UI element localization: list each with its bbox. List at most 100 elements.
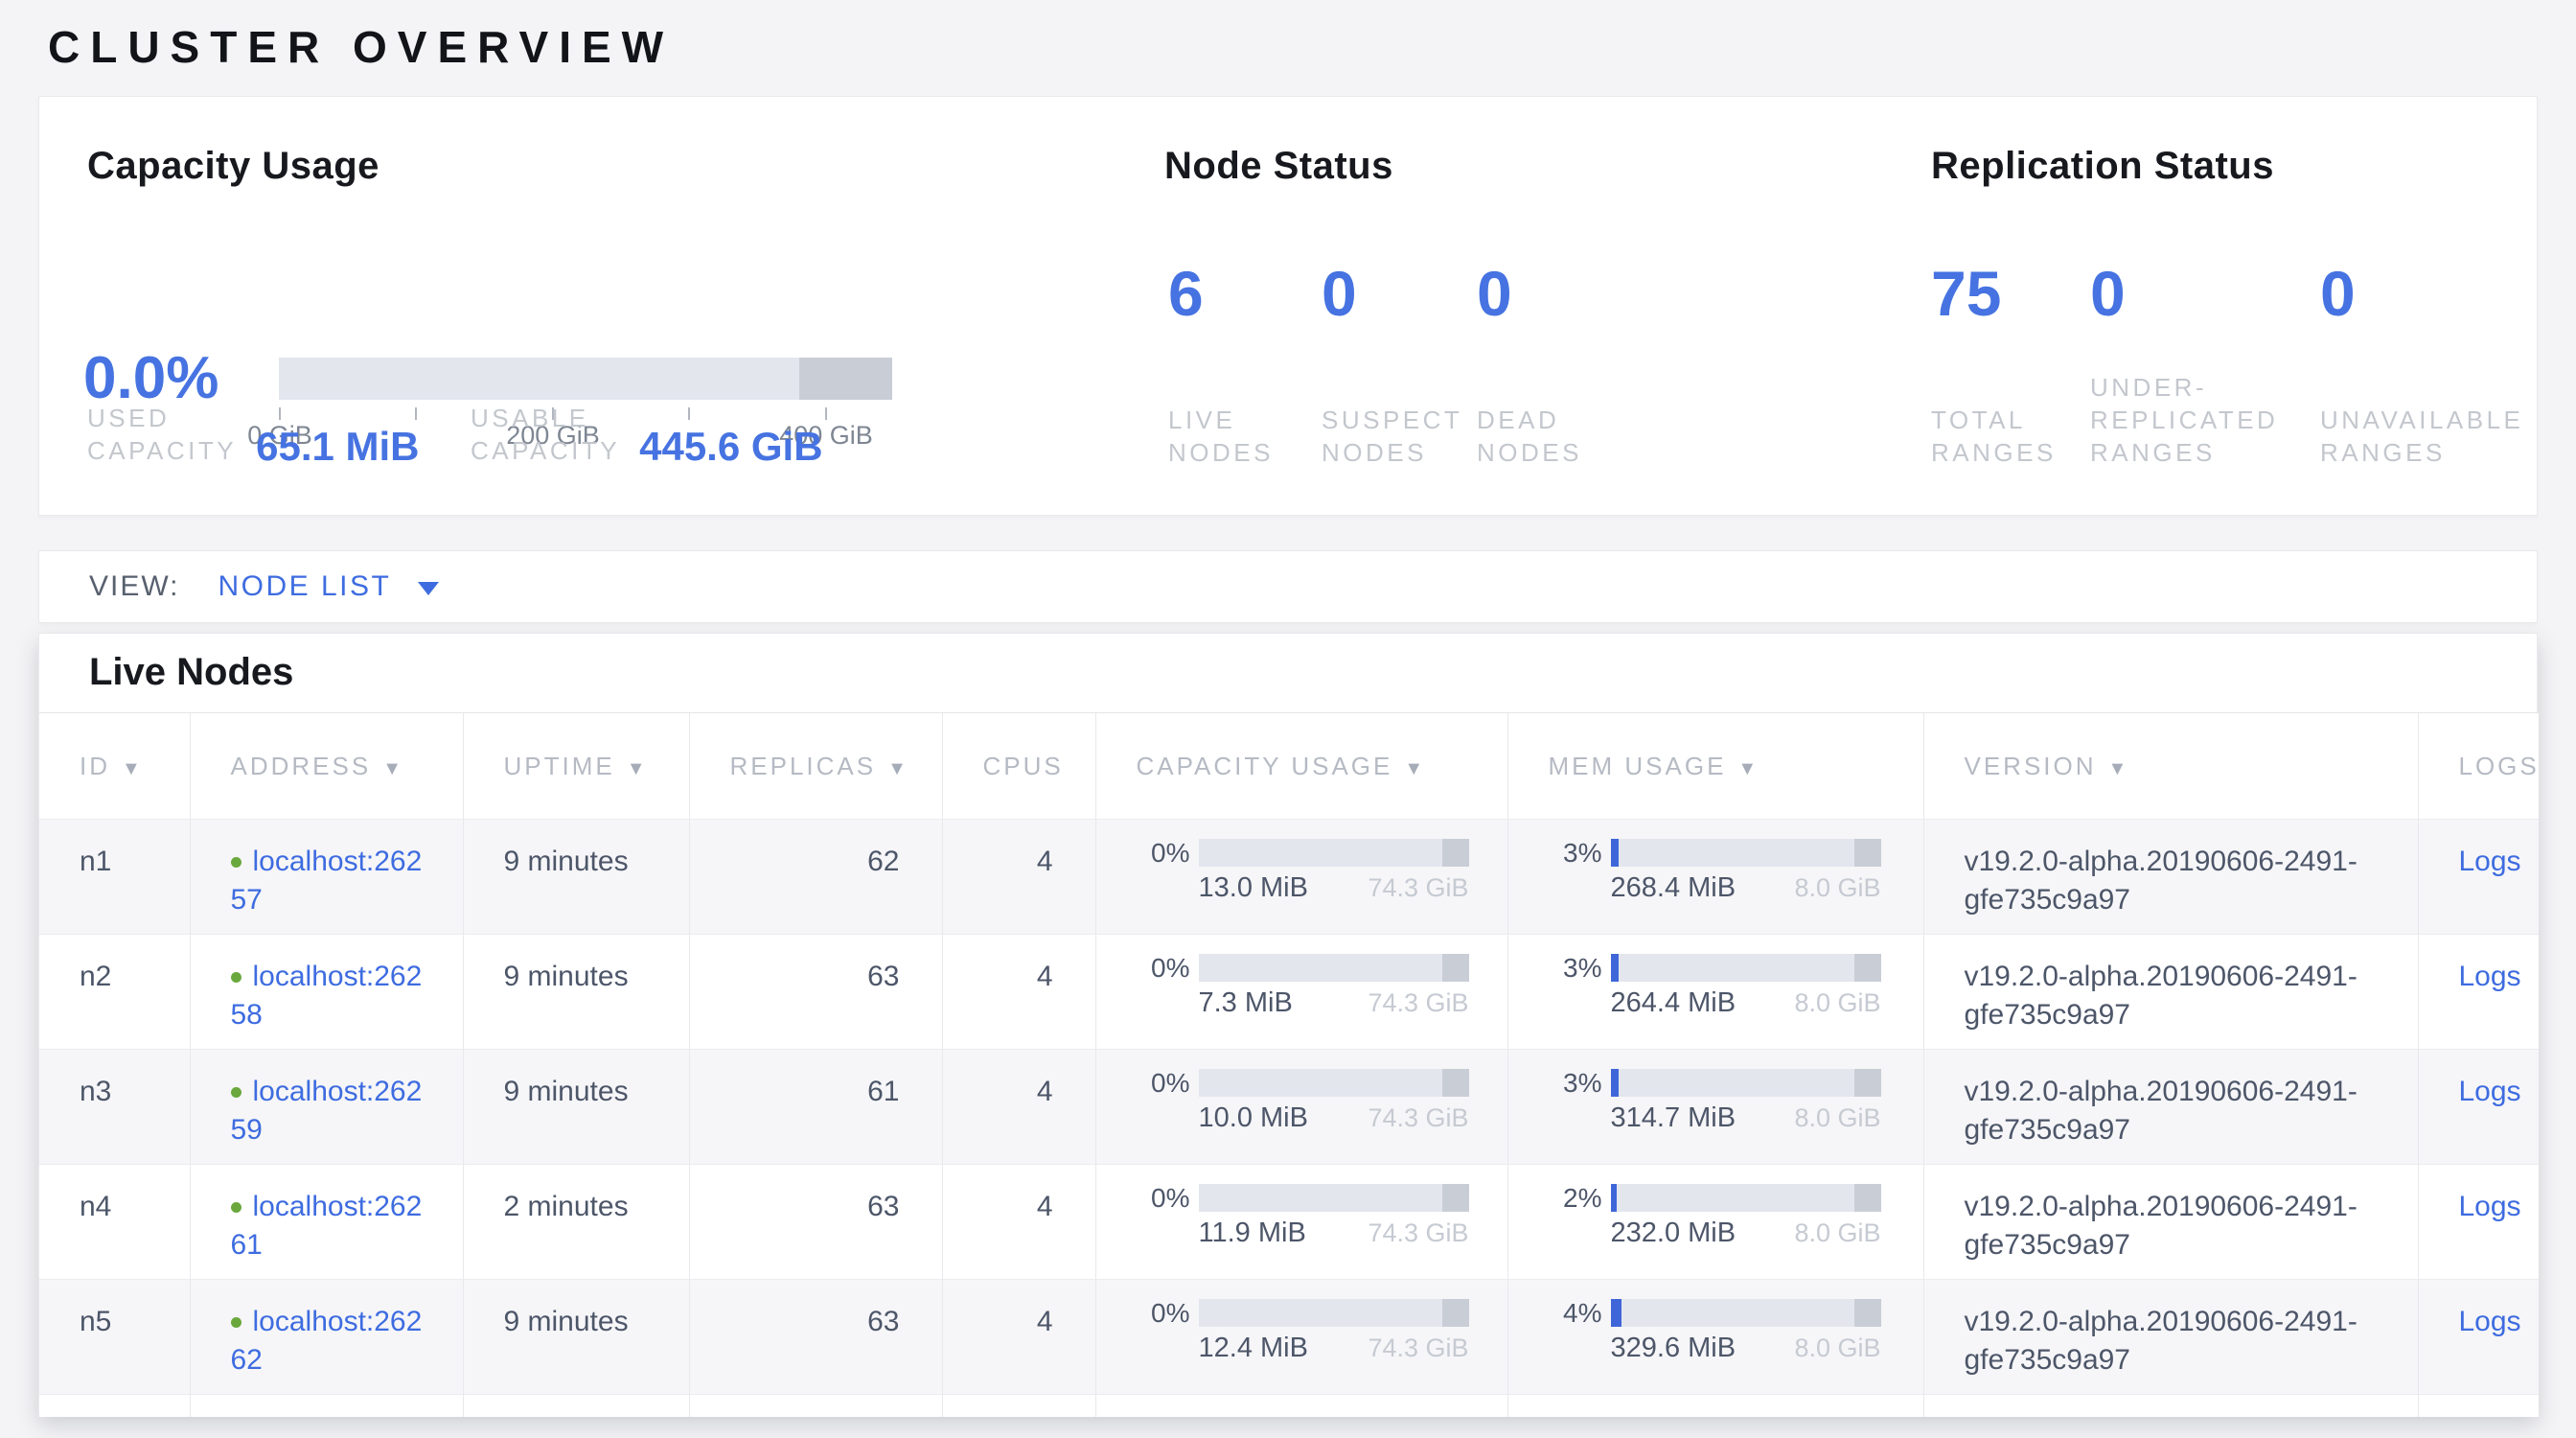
mem-bar-end-segment — [1854, 954, 1881, 982]
node-replicas-cell: 63 — [689, 1280, 942, 1395]
node-id-cell: n5 — [39, 1280, 190, 1395]
summary-panel: Capacity Usage 0.0% 0 GiB 200 GiB 400 Gi… — [38, 96, 2538, 516]
table-row: n4 localhost:26261 2 minutes 63 4 0% 11.… — [39, 1165, 2539, 1280]
chevron-down-icon — [418, 582, 439, 595]
node-id-cell: n4 — [39, 1165, 190, 1280]
column-header-mem-usage[interactable]: MEM USAGE▼ — [1507, 713, 1923, 820]
capacity-used-value: 13.0 MiB — [1199, 873, 1308, 902]
logs-link[interactable]: Logs — [2459, 1191, 2521, 1222]
node-address-cell: localhost:26262 — [190, 1280, 463, 1395]
capacity-used-value: 12.4 MiB — [1199, 1334, 1308, 1362]
node-live-status-icon — [231, 1317, 242, 1328]
capacity-percent: 0% — [1137, 1069, 1190, 1097]
live-nodes-table: ID▼ ADDRESS▼ UPTIME▼ REPLICAS▼ CPUS CAPA… — [39, 712, 2539, 1417]
column-header-id[interactable]: ID▼ — [39, 713, 190, 820]
table-row: n5 localhost:26262 9 minutes 63 4 0% 12.… — [39, 1280, 2539, 1395]
capacity-percent: 0% — [1137, 1299, 1190, 1327]
node-address-link[interactable]: localhost:26258 — [231, 961, 423, 1031]
node-version-cell: v19.2.0-alpha.20190606-2491- gfe735c9a97 — [1923, 1050, 2418, 1165]
node-address-cell: localhost:26257 — [190, 820, 463, 935]
usable-capacity-stat: USABLE CAPACITY 445.6 GiB — [471, 402, 823, 467]
sort-descending-icon: ▼ — [2108, 758, 2130, 779]
node-cpus-cell: 4 — [942, 1280, 1095, 1395]
capacity-used-value: 11.9 MiB — [1199, 1218, 1306, 1247]
node-cpus-cell: 4 — [942, 935, 1095, 1050]
view-selected-value: NODE LIST — [218, 570, 391, 603]
mem-bar — [1611, 1069, 1881, 1097]
column-header-version[interactable]: VERSION▼ — [1923, 713, 2418, 820]
logs-link[interactable]: Logs — [2459, 1076, 2521, 1107]
mem-bar — [1611, 1299, 1881, 1327]
node-address-link[interactable]: localhost:26257 — [231, 846, 423, 916]
node-replicas-cell: 61 — [689, 1050, 942, 1165]
mem-total-value: 8.0 GiB — [1794, 873, 1880, 902]
column-header-replicas[interactable]: REPLICAS▼ — [689, 713, 942, 820]
node-logs-cell: Logs — [2418, 1050, 2539, 1165]
node-live-status-icon — [231, 1087, 242, 1098]
node-mem-usage-cell: 3% 268.4 MiB 8.0 GiB — [1507, 820, 1923, 935]
partial-table-row — [39, 1395, 2539, 1417]
node-address-link[interactable]: localhost:26259 — [231, 1076, 423, 1146]
node-logs-cell: Logs — [2418, 820, 2539, 935]
capacity-bar — [1199, 839, 1469, 867]
logs-link[interactable]: Logs — [2459, 961, 2521, 992]
capacity-total-value: 74.3 GiB — [1368, 1103, 1468, 1132]
column-header-uptime[interactable]: UPTIME▼ — [463, 713, 689, 820]
live-nodes-body: n1 localhost:26257 9 minutes 62 4 0% 13.… — [39, 820, 2539, 1417]
capacity-bar-end-segment — [1442, 839, 1469, 867]
node-uptime-cell: 9 minutes — [463, 1280, 689, 1395]
suspect-nodes-stat: 0 SUSPECT NODES — [1322, 262, 1462, 469]
node-uptime-cell: 9 minutes — [463, 1050, 689, 1165]
node-address-cell: localhost:26261 — [190, 1165, 463, 1280]
column-header-capacity-usage[interactable]: CAPACITY USAGE▼ — [1095, 713, 1507, 820]
column-header-logs: LOGS — [2418, 713, 2539, 820]
node-live-status-icon — [231, 1202, 242, 1213]
mem-percent: 4% — [1549, 1299, 1602, 1327]
capacity-bar — [1199, 1184, 1469, 1212]
node-capacity-usage-cell: 0% 12.4 MiB 74.3 GiB — [1095, 1280, 1507, 1395]
mem-total-value: 8.0 GiB — [1794, 988, 1880, 1017]
node-address-link[interactable]: localhost:26261 — [231, 1191, 423, 1261]
page-title: CLUSTER OVERVIEW — [48, 21, 674, 73]
node-uptime-cell: 9 minutes — [463, 935, 689, 1050]
view-bar: VIEW: NODE LIST — [38, 550, 2538, 623]
unavailable-ranges-stat: 0 UNAVAILABLE RANGES — [2320, 262, 2523, 469]
node-id-cell: n2 — [39, 935, 190, 1050]
node-address-link[interactable]: localhost:26262 — [231, 1306, 423, 1376]
node-cpus-cell: 4 — [942, 820, 1095, 935]
mem-bar-end-segment — [1854, 1069, 1881, 1097]
table-row: n2 localhost:26258 9 minutes 63 4 0% 7.3… — [39, 935, 2539, 1050]
capacity-total-value: 74.3 GiB — [1368, 873, 1468, 902]
node-address-cell: localhost:26259 — [190, 1050, 463, 1165]
capacity-usage-title: Capacity Usage — [87, 145, 380, 188]
node-uptime-cell: 2 minutes — [463, 1165, 689, 1280]
capacity-percent: 0% — [1137, 954, 1190, 982]
table-row: n1 localhost:26257 9 minutes 62 4 0% 13.… — [39, 820, 2539, 935]
capacity-percent: 0% — [1137, 839, 1190, 867]
mem-used-value: 268.4 MiB — [1611, 873, 1736, 902]
node-mem-usage-cell: 3% 314.7 MiB 8.0 GiB — [1507, 1050, 1923, 1165]
node-status-title: Node Status — [1164, 145, 1393, 188]
node-capacity-usage-cell: 0% 11.9 MiB 74.3 GiB — [1095, 1165, 1507, 1280]
column-header-address[interactable]: ADDRESS▼ — [190, 713, 463, 820]
mem-bar-end-segment — [1854, 1299, 1881, 1327]
used-capacity-value: 65.1 MiB — [256, 424, 419, 470]
node-live-status-icon — [231, 972, 242, 983]
view-selector-dropdown[interactable]: NODE LIST — [218, 570, 439, 603]
mem-percent: 3% — [1549, 839, 1602, 867]
capacity-total-value: 74.3 GiB — [1368, 988, 1468, 1017]
sort-descending-icon: ▼ — [382, 758, 404, 779]
capacity-total-value: 74.3 GiB — [1368, 1218, 1468, 1247]
mem-bar-fill — [1611, 1184, 1617, 1212]
node-version-cell: v19.2.0-alpha.20190606-2491- gfe735c9a97 — [1923, 1280, 2418, 1395]
live-nodes-title: Live Nodes — [89, 651, 293, 694]
node-version-cell: v19.2.0-alpha.20190606-2491- gfe735c9a97 — [1923, 935, 2418, 1050]
logs-link[interactable]: Logs — [2459, 846, 2521, 877]
node-version-cell: v19.2.0-alpha.20190606-2491- gfe735c9a97 — [1923, 820, 2418, 935]
logs-link[interactable]: Logs — [2459, 1306, 2521, 1337]
mem-bar — [1611, 1184, 1881, 1212]
used-capacity-label: USED CAPACITY — [87, 402, 237, 467]
mem-bar-fill — [1611, 839, 1619, 867]
mem-percent: 3% — [1549, 1069, 1602, 1097]
node-mem-usage-cell: 3% 264.4 MiB 8.0 GiB — [1507, 935, 1923, 1050]
